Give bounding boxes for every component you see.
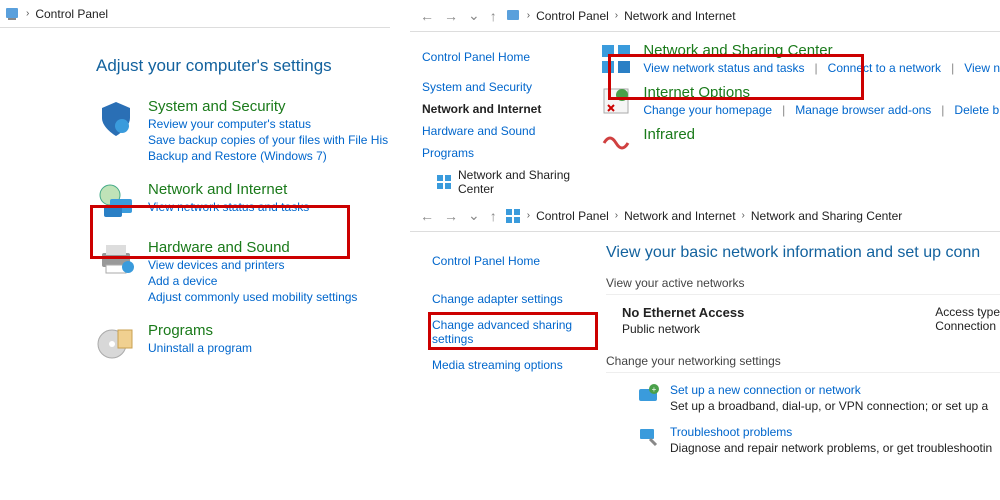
network-small-icon [505,208,521,224]
sidebar-link-adapter[interactable]: Change adapter settings [432,286,600,312]
item-title[interactable]: Troubleshoot problems [670,425,992,439]
infrared-icon [599,126,633,160]
category-link[interactable]: Add a device [148,274,357,288]
troubleshoot-icon [636,425,660,449]
highlight-box [428,312,598,350]
network-connection-label: Connection [935,319,1000,333]
category-link[interactable]: View devices and printers [148,258,357,272]
sidebar-link-media[interactable]: Media streaming options [432,352,600,378]
sidebar-subitem[interactable]: Network and Sharing Center [422,164,589,200]
chevron-right-icon: › [527,10,530,21]
sidebar-item[interactable]: Programs [422,142,589,164]
svg-text:+: + [652,385,657,394]
item-title[interactable]: Set up a new connection or network [670,383,988,397]
item-link[interactable]: Delete b [954,103,999,117]
category-link[interactable]: Review your computer's status [148,117,388,131]
fwd-arrow-icon[interactable]: → [442,208,460,224]
chevron-right-icon: › [615,10,618,21]
item-desc: Diagnose and repair network problems, or… [670,441,992,455]
section-label: View your active networks [606,276,1000,295]
category-link[interactable]: Uninstall a program [148,341,252,355]
sidebar-item[interactable]: System and Security [422,76,589,98]
breadcrumb-item[interactable]: Network and Sharing Center [751,209,902,223]
category-link[interactable]: Save backup copies of your files with Fi… [148,133,388,147]
chevron-right-icon: › [527,210,530,221]
up-arrow-icon[interactable]: ↑ [488,208,499,224]
item-link[interactable]: View n [964,61,1000,75]
new-connection-icon: + [636,383,660,407]
category-title[interactable]: Programs [148,322,252,339]
sidebar-item[interactable]: Hardware and Sound [422,120,589,142]
sidebar-home[interactable]: Control Panel Home [432,248,600,274]
dropdown-icon[interactable]: ⌄ [466,7,482,24]
nav-bar: ← → ⌄ ↑ › Control Panel › Network and In… [410,200,1000,232]
cp-icon [505,8,521,24]
up-arrow-icon[interactable]: ↑ [488,8,499,24]
breadcrumb-item[interactable]: Control Panel [536,209,609,223]
active-network-row: No Ethernet Access Public network Access… [606,305,1000,336]
highlight-box [608,54,864,100]
network-access-label: Access type [935,305,1000,319]
category-title[interactable]: Network and Internet [148,181,309,198]
sidebar-item-active[interactable]: Network and Internet [422,98,589,120]
item-troubleshoot[interactable]: Troubleshoot problems Diagnose and repai… [606,425,1000,455]
main-content: View your basic network information and … [606,232,1000,467]
category-programs[interactable]: Programs Uninstall a program [28,322,390,362]
item-title[interactable]: Infrared [643,126,695,143]
category-link[interactable]: Adjust commonly used mobility settings [148,290,357,304]
item-link[interactable]: Change your homepage [643,103,772,117]
network-sharing-window: ← → ⌄ ↑ › Control Panel › Network and In… [410,200,1000,500]
item-link[interactable]: Manage browser add-ons [795,103,931,117]
back-arrow-icon[interactable]: ← [418,8,436,24]
network-name: No Ethernet Access [622,305,744,320]
item-new-connection[interactable]: + Set up a new connection or network Set… [606,383,1000,413]
chevron-right-icon: › [615,210,618,221]
item-infrared[interactable]: Infrared [599,126,1000,160]
network-type: Public network [622,322,744,336]
highlight-box [90,205,350,259]
breadcrumb-item[interactable]: Network and Internet [624,9,735,23]
shield-icon [96,98,136,138]
item-desc: Set up a broadband, dial-up, or VPN conn… [670,399,988,413]
chevron-right-icon: › [26,8,29,19]
back-arrow-icon[interactable]: ← [418,208,436,224]
breadcrumb-item[interactable]: Control Panel [35,7,108,21]
fwd-arrow-icon[interactable]: → [442,8,460,24]
category-system-security[interactable]: System and Security Review your computer… [28,98,390,163]
breadcrumb-bar: › Control Panel [0,0,390,28]
category-title[interactable]: System and Security [148,98,388,115]
breadcrumb-item[interactable]: Control Panel [536,9,609,23]
disc-icon [96,322,136,362]
page-title: Adjust your computer's settings [96,56,390,76]
breadcrumb-item[interactable]: Network and Internet [624,209,735,223]
network-small-icon [436,174,452,190]
category-link[interactable]: Backup and Restore (Windows 7) [148,149,388,163]
page-title: View your basic network information and … [606,244,1000,262]
network-internet-window: ← → ⌄ ↑ › Control Panel › Network and In… [410,0,1000,200]
dropdown-icon[interactable]: ⌄ [466,207,482,224]
section-label: Change your networking settings [606,354,1000,373]
sidebar: Control Panel Home System and Security N… [410,32,595,200]
sidebar-home[interactable]: Control Panel Home [422,46,589,68]
nav-bar: ← → ⌄ ↑ › Control Panel › Network and In… [410,0,1000,32]
cp-icon [4,6,20,22]
chevron-right-icon: › [742,210,745,221]
